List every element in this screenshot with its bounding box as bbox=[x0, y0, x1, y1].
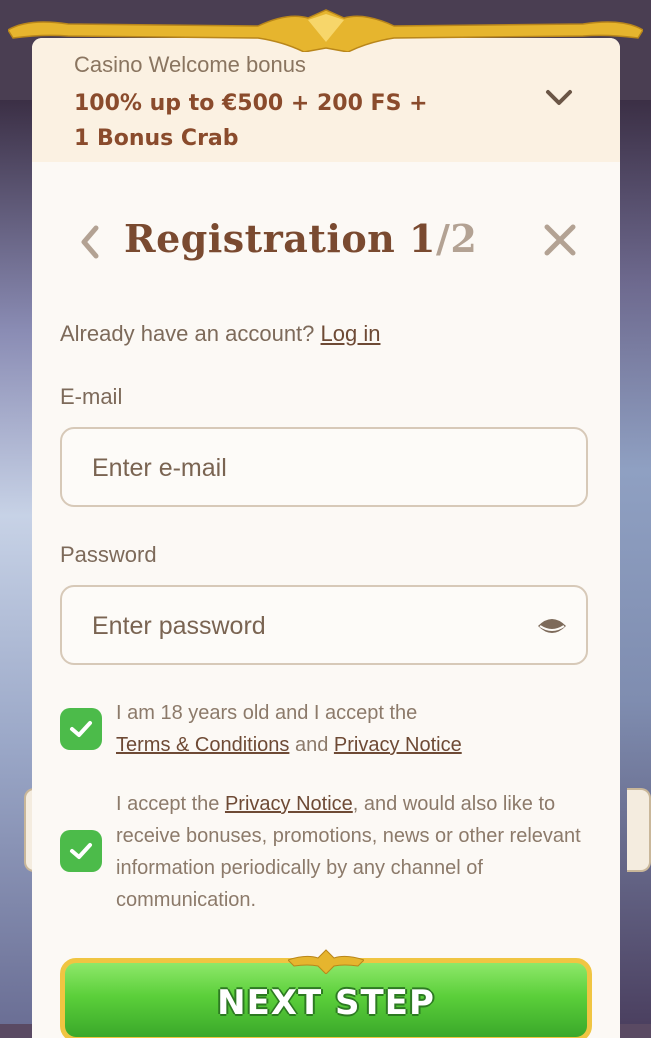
modal-header: Registration 1/2 bbox=[32, 208, 620, 278]
age-consent-text: I am 18 years old and I accept the bbox=[116, 702, 418, 724]
marketing-consent-prefix: I accept the bbox=[116, 793, 220, 815]
age-terms-consent-text: I am 18 years old and I accept the Terms… bbox=[116, 697, 596, 761]
welcome-bonus-panel[interactable]: Casino Welcome bonus 100% up to €500 + 2… bbox=[32, 38, 620, 162]
password-label: Password bbox=[60, 542, 157, 567]
gold-button-ornament bbox=[288, 949, 364, 974]
marketing-privacy-notice-link[interactable]: Privacy Notice bbox=[225, 793, 353, 815]
title-total: 2 bbox=[450, 216, 478, 261]
bonus-offer-line-2: 1 Bonus Crab bbox=[74, 126, 239, 151]
checkmark-icon bbox=[70, 843, 92, 859]
privacy-notice-link[interactable]: Privacy Notice bbox=[334, 734, 462, 756]
bonus-offer: 100% up to €500 + 200 FS + 1 Bonus Crab bbox=[74, 86, 454, 156]
page-title: Registration 1/2 bbox=[124, 216, 477, 261]
marketing-consent-checkbox[interactable] bbox=[60, 830, 102, 872]
login-link[interactable]: Log in bbox=[321, 321, 381, 346]
registration-modal: Casino Welcome bonus 100% up to €500 + 2… bbox=[32, 38, 620, 1038]
next-step-label: NEXT STEP bbox=[217, 983, 435, 1023]
password-input[interactable] bbox=[90, 587, 524, 665]
eye-icon[interactable] bbox=[536, 614, 568, 638]
password-field[interactable] bbox=[60, 585, 588, 665]
gold-frame-ornament bbox=[8, 9, 643, 52]
login-prompt-text: Already have an account? bbox=[60, 321, 315, 346]
age-terms-checkbox[interactable] bbox=[60, 708, 102, 750]
chevron-left-icon[interactable] bbox=[78, 224, 102, 260]
bonus-offer-line-1: 100% up to €500 + 200 FS + bbox=[74, 91, 428, 116]
email-field[interactable] bbox=[60, 427, 588, 507]
login-prompt: Already have an account? Log in bbox=[60, 321, 380, 347]
background-card-right bbox=[627, 788, 651, 872]
terms-conditions-link[interactable]: Terms & Conditions bbox=[116, 734, 289, 756]
consent-and-text: and bbox=[294, 734, 329, 756]
email-input[interactable] bbox=[90, 429, 524, 507]
title-step: Registration 1 bbox=[124, 216, 436, 261]
checkmark-icon bbox=[70, 721, 92, 737]
chevron-down-icon[interactable] bbox=[544, 86, 574, 110]
close-icon[interactable] bbox=[542, 222, 578, 258]
bonus-label: Casino Welcome bonus bbox=[74, 52, 306, 77]
email-label: E-mail bbox=[60, 384, 123, 409]
title-separator: / bbox=[435, 216, 451, 261]
marketing-consent-text: I accept the Privacy Notice, and would a… bbox=[116, 788, 596, 916]
